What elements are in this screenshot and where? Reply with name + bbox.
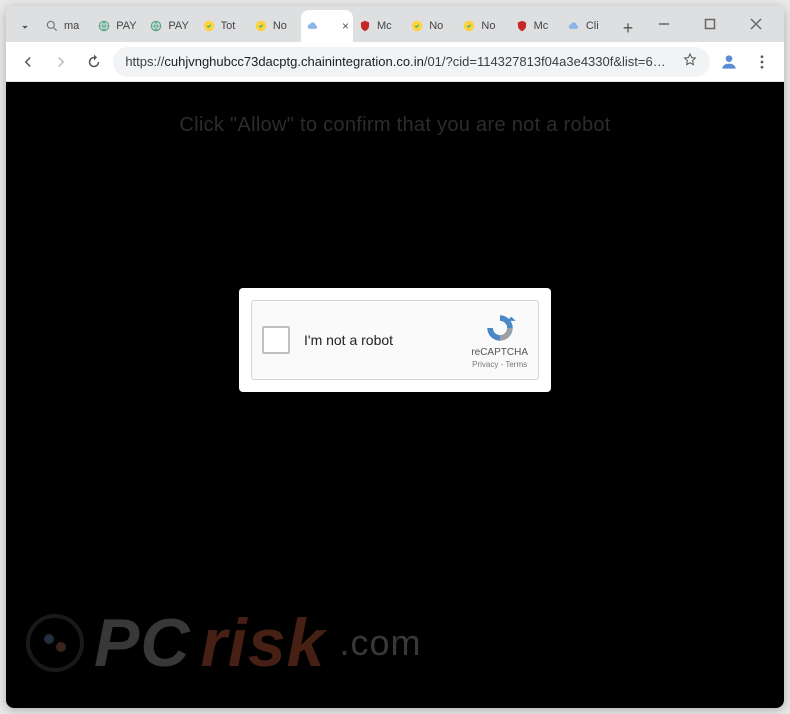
captcha-card: I'm not a robot reCAPTCHA Privacy - Term…: [239, 288, 551, 392]
tab-6[interactable]: Mc: [353, 10, 405, 42]
close-tab-icon[interactable]: ×: [342, 19, 349, 33]
tab-1[interactable]: PAY: [92, 10, 144, 42]
kebab-icon: [753, 53, 771, 71]
tab-3[interactable]: Tot: [197, 10, 249, 42]
tab-strip: ma PAY PAY Tot No: [6, 6, 784, 42]
reload-icon: [85, 53, 103, 71]
tab-4[interactable]: No: [249, 10, 301, 42]
forward-button[interactable]: [47, 47, 74, 77]
tab-5-active[interactable]: ×: [301, 10, 353, 42]
cloud-icon: [566, 18, 582, 34]
page-prompt-text: Click "Allow" to confirm that you are no…: [6, 114, 784, 137]
page-viewport: Click "Allow" to confirm that you are no…: [6, 82, 784, 708]
shield-red-icon: [514, 18, 530, 34]
captcha-checkbox[interactable]: [262, 326, 290, 354]
window-maximize[interactable]: [688, 9, 732, 39]
tab-label: PAY: [116, 20, 140, 32]
tab-label: PAY: [168, 20, 192, 32]
watermark-logo-icon: [26, 614, 84, 672]
window-close[interactable]: [734, 9, 778, 39]
watermark-pc: PC: [94, 604, 190, 682]
tab-10[interactable]: Cli: [562, 10, 614, 42]
address-bar[interactable]: https://cuhjvnghubcc73dacptg.chainintegr…: [113, 47, 709, 77]
reload-button[interactable]: [80, 47, 107, 77]
tab-2[interactable]: PAY: [144, 10, 196, 42]
url-scheme: https://: [125, 54, 164, 69]
tab-label: No: [429, 20, 453, 32]
shield-yellow-icon: [253, 18, 269, 34]
captcha-terms-link[interactable]: Terms: [505, 360, 527, 369]
tab-label: Cli: [586, 20, 610, 32]
browser-window: ma PAY PAY Tot No: [6, 6, 784, 708]
window-controls: [642, 6, 778, 42]
close-icon: [750, 18, 762, 30]
tab-label: No: [481, 20, 505, 32]
captcha-privacy-link[interactable]: Privacy: [472, 360, 498, 369]
arrow-right-icon: [52, 53, 70, 71]
url-host: cuhjvnghubcc73dacptg.chainintegration.co…: [164, 54, 423, 69]
captcha-brand-name: reCAPTCHA: [471, 347, 528, 358]
cloud-icon: [305, 18, 321, 34]
globe-icon: [96, 18, 112, 34]
recaptcha-icon: [483, 311, 517, 345]
window-minimize[interactable]: [642, 9, 686, 39]
bookmark-star-icon[interactable]: [682, 52, 698, 71]
captcha-links: Privacy - Terms: [472, 360, 527, 369]
tab-9[interactable]: Mc: [510, 10, 562, 42]
profile-icon: [719, 52, 739, 72]
watermark-dom: .com: [339, 622, 421, 664]
url-text: https://cuhjvnghubcc73dacptg.chainintegr…: [125, 54, 673, 69]
menu-button[interactable]: [749, 47, 776, 77]
new-tab-button[interactable]: +: [614, 14, 642, 42]
shield-yellow-icon: [461, 18, 477, 34]
toolbar: https://cuhjvnghubcc73dacptg.chainintegr…: [6, 42, 784, 82]
profile-button[interactable]: [716, 47, 743, 77]
watermark-risk: risk: [200, 604, 325, 682]
tab-search-dropdown[interactable]: [10, 12, 40, 42]
tab-label: ma: [64, 20, 88, 32]
search-icon: [44, 18, 60, 34]
tab-label: Mc: [534, 20, 558, 32]
minimize-icon: [658, 18, 670, 30]
tab-7[interactable]: No: [405, 10, 457, 42]
captcha-widget: I'm not a robot reCAPTCHA Privacy - Term…: [251, 300, 539, 380]
tab-0[interactable]: ma: [40, 10, 92, 42]
tab-label: Mc: [377, 20, 401, 32]
url-path: /01/?cid=114327813f04a3e4330f&list=6&ext…: [424, 54, 674, 69]
tab-8[interactable]: No: [457, 10, 509, 42]
shield-yellow-icon: [409, 18, 425, 34]
chevron-down-icon: [18, 20, 32, 34]
tab-label: Tot: [221, 20, 245, 32]
maximize-icon: [704, 18, 716, 30]
watermark: PCrisk .com: [26, 604, 421, 682]
globe-icon: [148, 18, 164, 34]
captcha-brand: reCAPTCHA Privacy - Terms: [471, 311, 528, 369]
shield-red-icon: [357, 18, 373, 34]
shield-yellow-icon: [201, 18, 217, 34]
back-button[interactable]: [14, 47, 41, 77]
captcha-label: I'm not a robot: [304, 332, 471, 348]
tab-label: No: [273, 20, 297, 32]
arrow-left-icon: [19, 53, 37, 71]
